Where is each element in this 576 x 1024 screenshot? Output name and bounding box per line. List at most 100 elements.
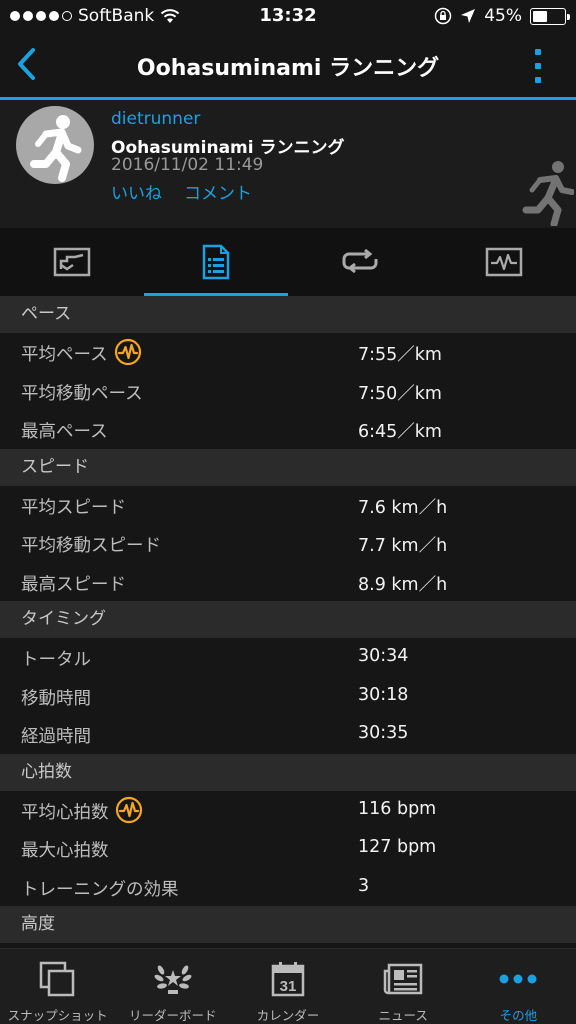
battery-icon <box>530 7 570 25</box>
news-icon <box>383 963 423 995</box>
stats-list: ペース平均ペース 7:55／km 平均移動ペース 7:50／km 最高ペース 6:45／k… <box>0 296 576 943</box>
runner-avatar-icon <box>30 115 82 182</box>
stat-label: 平均ペース <box>21 338 142 366</box>
bottom-tab-more[interactable]: その他 <box>461 949 576 1024</box>
bottom-tab-news[interactable]: ニュース <box>346 949 461 1024</box>
stat-row: トータル 30:34 <box>0 638 576 677</box>
stat-row: 移動時間 30:18 <box>0 676 576 715</box>
section-header: 高度 <box>0 906 576 943</box>
stat-label-text: 移動時間 <box>21 688 91 709</box>
tab-map[interactable] <box>0 228 144 296</box>
stat-row: 平均ペース 7:55／km <box>0 333 576 372</box>
stat-value: 116 bpm <box>358 798 437 819</box>
tab-charts[interactable] <box>432 228 576 296</box>
stat-label: 最高ペース <box>21 418 108 443</box>
battery-percent: 45% <box>484 6 522 26</box>
stat-label-text: 最大心拍数 <box>21 841 109 861</box>
stat-label-text: トータル <box>21 650 91 670</box>
stat-value: 7.6 km／h <box>358 497 448 518</box>
battery-fill <box>533 10 547 22</box>
bottom-tab-label: その他 <box>499 1008 538 1023</box>
laps-loop-icon <box>342 249 378 274</box>
heart-rate-badge-icon <box>114 338 141 366</box>
stat-label-text: 最高ペース <box>21 422 108 442</box>
bottom-tab-calendar[interactable]: 31 カレンダー <box>230 949 345 1024</box>
section-header: ペース <box>0 296 576 333</box>
section-header: タイミング <box>0 601 576 638</box>
stat-label: 移動時間 <box>21 685 91 710</box>
page-title: Oohasuminami ランニング <box>136 56 440 81</box>
tab-details[interactable] <box>144 228 288 296</box>
avatar[interactable] <box>16 106 94 184</box>
stat-label: 平均移動スピード <box>21 532 161 557</box>
heart-rate-chart-icon <box>485 247 523 277</box>
stat-label: 平均心拍数 <box>21 796 143 824</box>
activity-actions: いいね コメント <box>111 179 252 204</box>
stat-label-text: 平均スピード <box>21 497 126 518</box>
running-activity-icon <box>522 161 574 226</box>
section-header: 心拍数 <box>0 753 576 791</box>
stat-label: 最高スピード <box>21 571 126 596</box>
more-dots-icon <box>499 974 537 984</box>
like-link[interactable]: いいね <box>111 179 162 204</box>
activity-user-link[interactable]: dietrunner <box>111 109 200 129</box>
stat-label-text: 平均心拍数 <box>21 802 109 823</box>
stat-row: 最高ペース 6:45／km <box>0 410 576 449</box>
section-header: スピード <box>0 448 576 486</box>
bottom-tab-label: スナップショット <box>7 1008 108 1023</box>
bottom-tab-leaderboard[interactable]: リーダーボード <box>115 949 230 1024</box>
calendar-icon: 31 <box>271 962 305 997</box>
stat-row: 経過時間 30:35 <box>0 715 576 754</box>
status-right: 45% <box>434 6 570 26</box>
stat-label-text: 平均移動スピード <box>21 536 161 556</box>
snapshot-icon <box>39 961 74 997</box>
nav-bar: Oohasuminami ランニング <box>0 34 576 96</box>
stat-label: 経過時間 <box>21 723 91 748</box>
stat-value: 8.9 km／h <box>358 574 448 595</box>
bottom-tab-label: カレンダー <box>256 1008 320 1023</box>
stat-value: 7.7 km／h <box>358 536 448 556</box>
stat-value: 30:35 <box>358 723 409 743</box>
stat-row: 最大心拍数 127 bpm <box>0 829 576 868</box>
location-arrow-icon <box>461 9 476 23</box>
stat-row: 平均心拍数 116 bpm <box>0 790 576 829</box>
stat-label-text: トレーニングの効果 <box>21 879 179 900</box>
stat-label-text: 最高スピード <box>21 574 126 595</box>
comment-link[interactable]: コメント <box>184 179 252 204</box>
more-options-button[interactable] <box>528 46 548 86</box>
detail-tabs <box>0 228 576 296</box>
stat-value: 30:18 <box>358 684 409 705</box>
stat-label: トータル <box>21 646 91 671</box>
stat-value: 127 bpm <box>358 837 437 857</box>
tab-laps[interactable] <box>288 228 432 296</box>
stat-label: 最大心拍数 <box>21 837 109 862</box>
stat-row: 最高スピード 8.9 km／h <box>0 562 576 601</box>
bottom-tab-snapshot[interactable]: スナップショット <box>0 949 115 1024</box>
stat-row: 平均移動スピード 7.7 km／h <box>0 524 576 563</box>
bottom-tab-bar: スナップショット リーダーボード 31 カレンダー ニュース その他 <box>0 948 576 1024</box>
stat-value: 7:55／km <box>358 345 442 365</box>
activity-datetime: 2016/11/02 11:49 <box>111 155 264 175</box>
stat-label-text: 平均移動ペース <box>21 383 143 404</box>
stat-value: 30:34 <box>358 646 409 666</box>
heart-rate-badge-icon <box>115 796 142 823</box>
stat-value: 7:50／km <box>358 383 442 404</box>
laurel-icon <box>154 965 192 994</box>
stat-label: 平均スピード <box>21 494 126 519</box>
stat-label: トレーニングの効果 <box>21 876 179 901</box>
stat-value: 6:45／km <box>358 422 442 442</box>
stat-label-text: 平均ペース <box>21 345 108 365</box>
stat-value: 3 <box>358 875 370 896</box>
stat-label: 平均移動ペース <box>21 380 143 405</box>
more-vertical-icon <box>535 49 541 55</box>
document-list-icon <box>202 244 230 280</box>
rotation-lock-icon <box>434 7 452 25</box>
stat-row: 平均スピード 7.6 km／h <box>0 485 576 524</box>
map-chart-icon <box>53 247 91 277</box>
stat-row: 平均移動ペース 7:50／km <box>0 371 576 410</box>
bottom-tab-label: ニュース <box>378 1008 428 1023</box>
status-bar: SoftBank 13:32 45% <box>0 0 576 34</box>
bottom-tab-label: リーダーボード <box>129 1008 217 1023</box>
calendar-day: 31 <box>280 978 297 995</box>
stat-row: トレーニングの効果 3 <box>0 867 576 906</box>
